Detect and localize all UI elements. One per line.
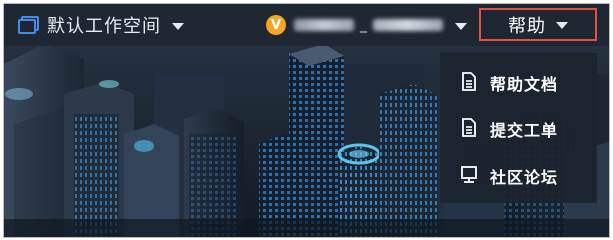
help-menu-button[interactable]: 帮助	[479, 8, 597, 41]
document-icon	[462, 72, 476, 91]
menu-item-help-docs[interactable]: 帮助文档	[440, 60, 597, 103]
help-dropdown-menu: 帮助文档 提交工单 社区论坛	[440, 53, 597, 203]
workspace-switcher[interactable]: 默认工作空间	[18, 11, 184, 39]
menu-item-submit-ticket[interactable]: 提交工单	[440, 106, 597, 149]
blurred-username-part	[373, 19, 443, 31]
menu-item-label: 帮助文档	[490, 75, 559, 94]
user-account-menu[interactable]: V _	[266, 12, 467, 38]
workspace-icon	[18, 16, 39, 34]
help-label: 帮助	[508, 15, 546, 37]
top-navigation-bar: 默认工作空间 V _ 帮助	[4, 4, 609, 46]
monitor-icon	[461, 166, 477, 183]
workspace-label: 默认工作空间	[47, 16, 161, 37]
avatar: V	[266, 15, 286, 35]
chevron-down-icon	[172, 22, 184, 30]
chevron-down-icon	[556, 22, 568, 29]
chevron-down-icon	[455, 22, 467, 30]
username-separator: _	[360, 17, 367, 33]
screenshot-frame: 默认工作空间 V _ 帮助 帮助文档 提交工单 社区论坛	[3, 3, 610, 238]
document-icon	[462, 118, 476, 137]
menu-item-label: 社区论坛	[490, 168, 559, 187]
menu-item-community-forum[interactable]: 社区论坛	[440, 153, 597, 196]
menu-item-label: 提交工单	[490, 121, 559, 140]
blurred-username-part	[294, 19, 354, 31]
